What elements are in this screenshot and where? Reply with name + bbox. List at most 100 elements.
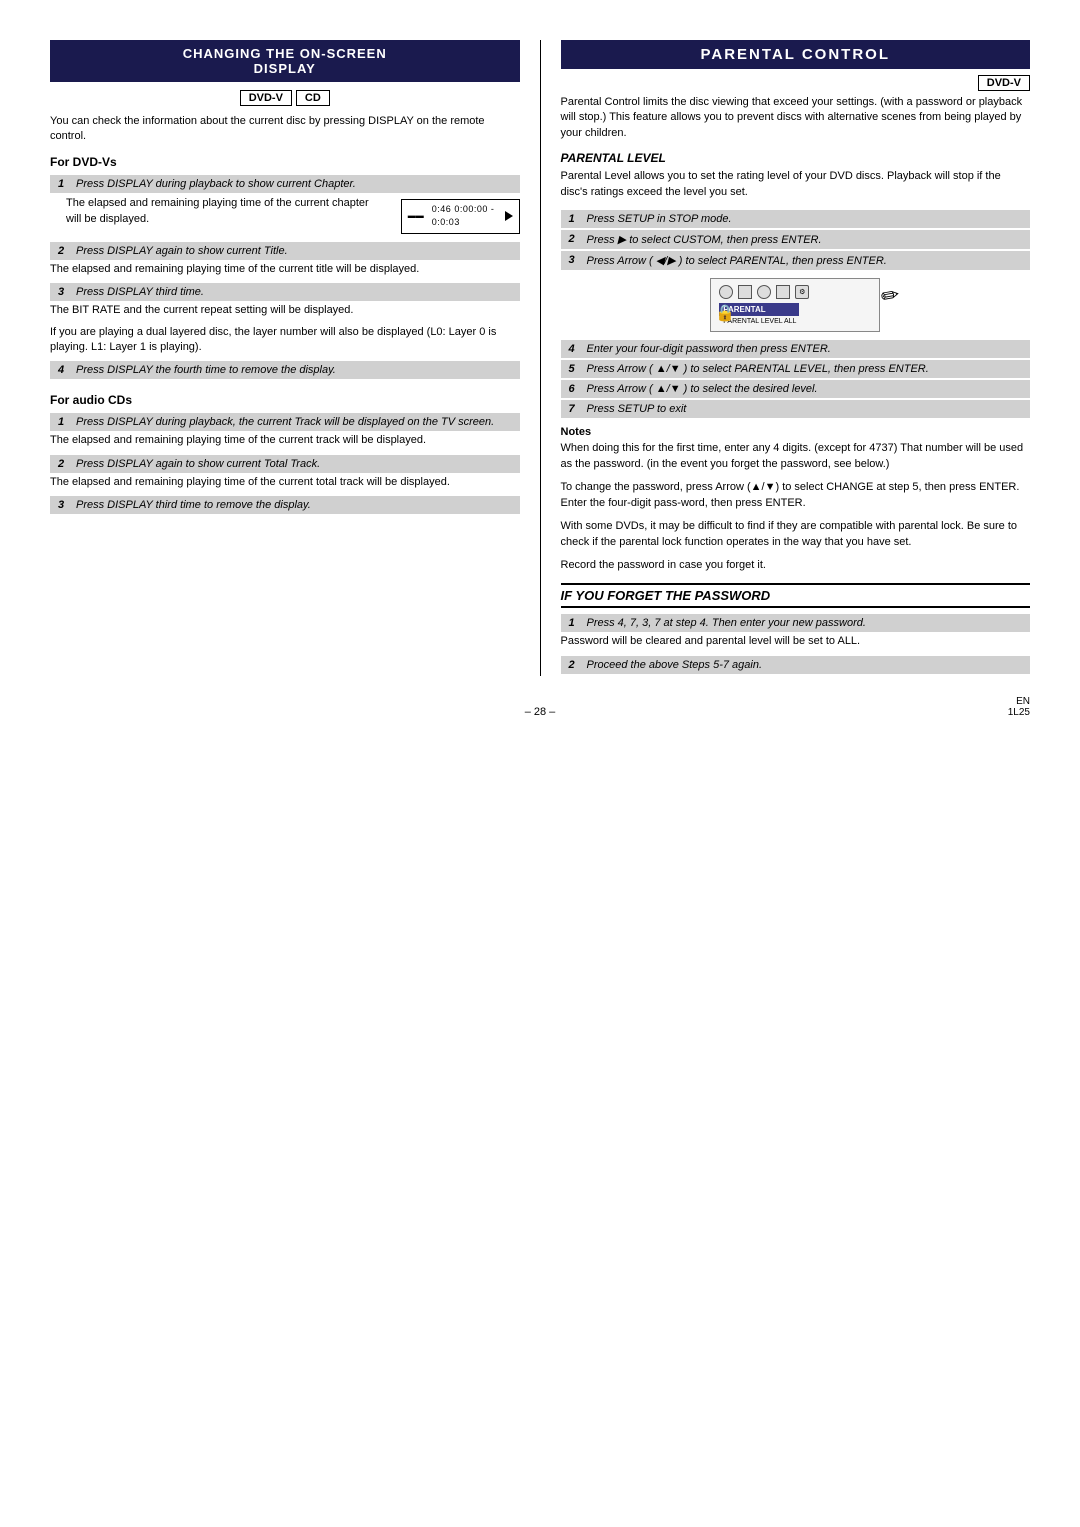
forget-step-1-text: Press 4, 7, 3, 7 at step 4. Then enter y… <box>587 617 1023 629</box>
parental-step-1-number: 1 <box>569 213 581 225</box>
audio-step-3-row: 3 Press DISPLAY third time to remove the… <box>50 496 520 514</box>
parental-step-4-row: 4 Enter your four-digit password then pr… <box>561 340 1031 358</box>
right-section-header: PARENTAL CONTROL <box>561 40 1031 69</box>
forget-step-2-row: 2 Proceed the above Steps 5-7 again. <box>561 656 1031 674</box>
notes-para-4: Record the password in case you forget i… <box>561 557 1031 574</box>
parental-step-5-number: 5 <box>569 363 581 375</box>
parental-level-intro: Parental Level allows you to set the rat… <box>561 169 1031 200</box>
notes-section: Notes When doing this for the first time… <box>561 426 1031 574</box>
dvd-step-4-text: Press DISPLAY the fourth time to remove … <box>76 364 512 376</box>
parental-step-7-number: 7 <box>569 403 581 415</box>
for-dvd-vs-title: For DVD-Vs <box>50 155 520 169</box>
dvd-detail-3a: The BIT RATE and the current repeat sett… <box>50 303 520 318</box>
parental-step-3-row: 3 Press Arrow ( ◀/▶ ) to select PARENTAL… <box>561 251 1031 270</box>
dvd-step-3-row: 3 Press DISPLAY third time. <box>50 283 520 301</box>
parental-screen-image: ⚙ PARENTAL PARENTAL LEVEL ALL 🔒 ✏ <box>710 278 880 332</box>
page-footer: – 28 – EN 1L25 <box>50 706 1030 718</box>
parental-step-2-row: 2 Press ▶ to select CUSTOM, then press E… <box>561 230 1031 249</box>
badge-cd: CD <box>296 90 330 106</box>
page-number: – 28 – <box>525 706 556 718</box>
dvd-step-3-text: Press DISPLAY third time. <box>76 286 512 298</box>
audio-step-1-row: 1 Press DISPLAY during playback, the cur… <box>50 413 520 431</box>
parental-icon-2 <box>738 285 752 299</box>
parental-screen-icons-row: ⚙ <box>719 285 871 299</box>
dvd-detail-2: The elapsed and remaining playing time o… <box>50 262 520 277</box>
audio-detail-1: The elapsed and remaining playing time o… <box>50 433 520 448</box>
for-audio-cds-title: For audio CDs <box>50 393 520 407</box>
audio-detail-2: The elapsed and remaining playing time o… <box>50 475 520 490</box>
display-time: 0:46 0:00:00 - 0:0:03 <box>432 203 497 230</box>
audio-step-2-number: 2 <box>58 458 70 470</box>
right-badge-dvd-v: DVD-V <box>978 75 1030 91</box>
parental-step-5-text: Press Arrow ( ▲/▼ ) to select PARENTAL L… <box>587 363 1023 375</box>
dvd-step-2-row: 2 Press DISPLAY again to show current Ti… <box>50 242 520 260</box>
parental-icon-4 <box>776 285 790 299</box>
dvd-step-4-number: 4 <box>58 364 70 376</box>
page-code-text: EN 1L25 <box>1008 696 1030 718</box>
parental-step-3-number: 3 <box>569 254 581 266</box>
left-title-line1: CHANGING THE ON-SCREEN <box>60 46 510 61</box>
page-code: EN 1L25 <box>1008 696 1030 718</box>
audio-step-3-number: 3 <box>58 499 70 511</box>
display-icon: ▬▬ <box>408 210 424 222</box>
notes-para-3: With some DVDs, it may be difficult to f… <box>561 518 1031 551</box>
dvd-step-2-number: 2 <box>58 245 70 257</box>
audio-step-1-text: Press DISPLAY during playback, the curre… <box>76 416 512 428</box>
page-layout: CHANGING THE ON-SCREEN DISPLAY DVD-V CD … <box>50 40 1030 676</box>
dvd-detail-3b: If you are playing a dual layered disc, … <box>50 325 520 356</box>
dvd-step-1-row: 1 Press DISPLAY during playback to show … <box>50 175 520 193</box>
dvd-step-3-number: 3 <box>58 286 70 298</box>
right-column: PARENTAL CONTROL DVD-V Parental Control … <box>540 40 1031 676</box>
left-badge-row: DVD-V CD <box>50 90 520 106</box>
pencil-icon: ✏ <box>879 282 902 311</box>
parental-left-icon: 🔒 <box>715 303 735 323</box>
parental-step-6-row: 6 Press Arrow ( ▲/▼ ) to select the desi… <box>561 380 1031 398</box>
forget-password-title: IF YOU FORGET THE PASSWORD <box>561 588 771 603</box>
notes-para-2: To change the password, press Arrow (▲/▼… <box>561 479 1031 512</box>
play-icon <box>505 211 513 221</box>
forget-step-1-row: 1 Press 4, 7, 3, 7 at step 4. Then enter… <box>561 614 1031 632</box>
display-image-box: ▬▬ 0:46 0:00:00 - 0:0:03 <box>401 199 520 234</box>
left-title-line2: DISPLAY <box>60 61 510 76</box>
dvd-step-1-text: Press DISPLAY during playback to show cu… <box>76 178 512 190</box>
right-intro: Parental Control limits the disc viewing… <box>561 95 1031 141</box>
parental-step-1-text: Press SETUP in STOP mode. <box>587 213 1023 225</box>
parental-step-6-number: 6 <box>569 383 581 395</box>
parental-icon-3 <box>757 285 771 299</box>
forget-detail-1: Password will be cleared and parental le… <box>561 634 1031 649</box>
parental-step-2-text: Press ▶ to select CUSTOM, then press ENT… <box>587 233 1023 246</box>
parental-step-6-text: Press Arrow ( ▲/▼ ) to select the desire… <box>587 383 1023 395</box>
parental-step-4-number: 4 <box>569 343 581 355</box>
parental-step-7-text: Press SETUP to exit <box>587 403 1023 415</box>
notes-title: Notes <box>561 426 1031 438</box>
forget-step-1-number: 1 <box>569 617 581 629</box>
parental-icon-5: ⚙ <box>795 285 809 299</box>
notes-para-1: When doing this for the first time, ente… <box>561 440 1031 473</box>
parental-level-display: PARENTAL LEVEL ALL <box>719 318 871 325</box>
right-badge-container: DVD-V <box>561 77 1031 89</box>
forget-password-header: IF YOU FORGET THE PASSWORD <box>561 583 1031 608</box>
parental-step-5-row: 5 Press Arrow ( ▲/▼ ) to select PARENTAL… <box>561 360 1031 378</box>
dvd-detail-1: The elapsed and remaining playing time o… <box>66 195 520 238</box>
left-column: CHANGING THE ON-SCREEN DISPLAY DVD-V CD … <box>50 40 520 676</box>
left-section-header: CHANGING THE ON-SCREEN DISPLAY <box>50 40 520 82</box>
parental-step-2-number: 2 <box>569 233 581 245</box>
left-intro: You can check the information about the … <box>50 114 520 145</box>
badge-dvd-v: DVD-V <box>240 90 292 106</box>
audio-step-2-row: 2 Press DISPLAY again to show current To… <box>50 455 520 473</box>
parental-step-7-row: 7 Press SETUP to exit <box>561 400 1031 418</box>
parental-step-4-text: Enter your four-digit password then pres… <box>587 343 1023 355</box>
audio-step-3-text: Press DISPLAY third time to remove the d… <box>76 499 512 511</box>
dvd-step-2-text: Press DISPLAY again to show current Titl… <box>76 245 512 257</box>
dvd-step-4-row: 4 Press DISPLAY the fourth time to remov… <box>50 361 520 379</box>
audio-step-2-text: Press DISPLAY again to show current Tota… <box>76 458 512 470</box>
parental-level-title: PARENTAL LEVEL <box>561 151 1031 165</box>
forget-step-2-text: Proceed the above Steps 5-7 again. <box>587 659 1023 671</box>
dvd-detail-1-text: The elapsed and remaining playing time o… <box>66 197 369 226</box>
parental-step-3-text: Press Arrow ( ◀/▶ ) to select PARENTAL, … <box>587 254 1023 267</box>
parental-icon-1 <box>719 285 733 299</box>
parental-step-1-row: 1 Press SETUP in STOP mode. <box>561 210 1031 228</box>
forget-step-2-number: 2 <box>569 659 581 671</box>
audio-step-1-number: 1 <box>58 416 70 428</box>
dvd-step-1-number: 1 <box>58 178 70 190</box>
